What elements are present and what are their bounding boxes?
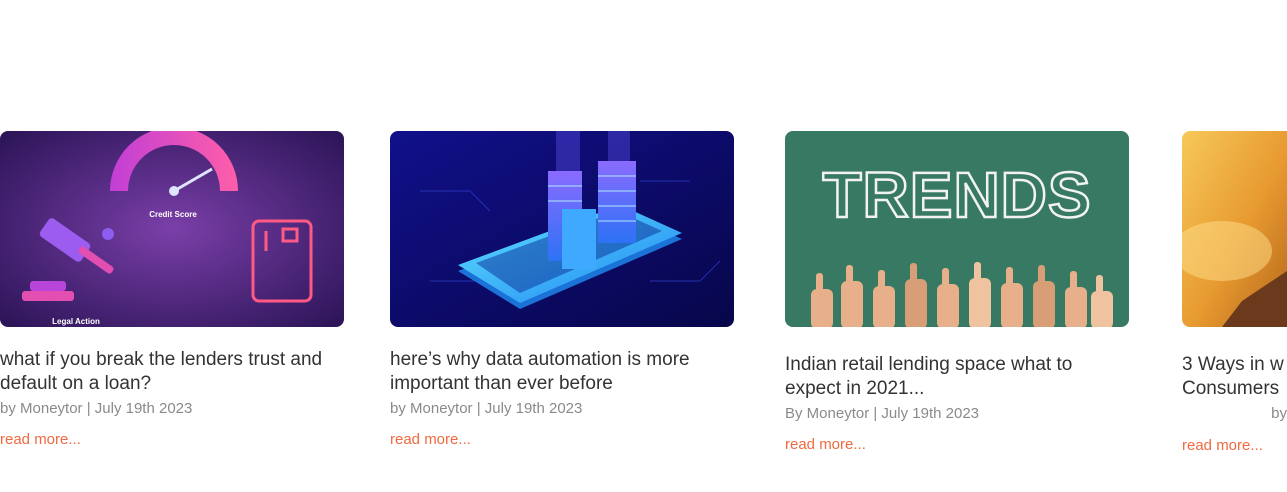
blog-card-title[interactable]: Indian retail lending space what to expe… [785, 353, 1129, 401]
sunset-hand-illustration [1182, 131, 1287, 327]
blog-card-meta: by Moneytor | July 19th 2023 [0, 400, 193, 417]
blog-card-title[interactable]: 3 Ways in w Consumers [1182, 353, 1287, 401]
blog-card-image[interactable]: TRENDS [785, 131, 1129, 327]
read-more-link[interactable]: read more... [390, 431, 471, 449]
blog-card-image[interactable]: Credit Score Legal Action [0, 131, 344, 327]
credit-score-illustration: Credit Score Legal Action [0, 131, 344, 327]
svg-text:TRENDS: TRENDS [822, 159, 1091, 231]
trends-chalkboard-illustration: TRENDS [785, 131, 1129, 327]
read-more-link[interactable]: read more... [0, 431, 81, 449]
title-line: Consumers [1182, 378, 1280, 399]
blog-card-image[interactable] [1182, 131, 1287, 327]
blog-card-title[interactable]: what if you break the lenders trust and … [0, 348, 344, 396]
blog-card-title[interactable]: here’s why data automation is more impor… [390, 348, 734, 396]
svg-text:Credit Score: Credit Score [149, 210, 197, 219]
blog-card[interactable]: here’s why data automation is more impor… [390, 131, 734, 449]
read-more-link[interactable]: read more... [1182, 437, 1263, 455]
blog-card-meta: by [1271, 405, 1287, 422]
blog-card-meta: by Moneytor | July 19th 2023 [390, 400, 583, 417]
title-line: 3 Ways in w [1182, 354, 1284, 375]
blog-card[interactable]: Credit Score Legal Action what if you br… [0, 131, 344, 449]
blog-card[interactable]: TRENDS Indian retail lending space what … [785, 131, 1129, 454]
blog-card-meta: By Moneytor | July 19th 2023 [785, 405, 980, 422]
blog-card[interactable]: 3 Ways in w Consumers by read more... [1182, 131, 1287, 455]
read-more-link[interactable]: read more... [785, 436, 866, 454]
data-automation-illustration [390, 131, 734, 327]
svg-text:Legal Action: Legal Action [52, 317, 100, 326]
blog-card-image[interactable] [390, 131, 734, 327]
